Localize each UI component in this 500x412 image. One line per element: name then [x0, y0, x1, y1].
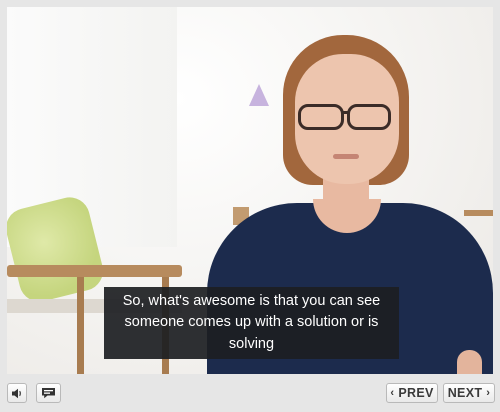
background-chair	[464, 210, 493, 216]
volume-button[interactable]	[7, 383, 27, 403]
glasses-bridge	[341, 111, 350, 114]
subtitle-caption: So, what's awesome is that you can see s…	[104, 287, 399, 359]
prev-label: PREV	[398, 386, 434, 400]
background-decoration	[249, 84, 269, 106]
chair-leg	[77, 277, 84, 374]
next-button[interactable]: NEXT ›	[443, 383, 495, 403]
caption-text: So, what's awesome is that you can see s…	[122, 292, 381, 352]
presenter-mouth	[333, 154, 359, 159]
next-label: NEXT	[447, 386, 483, 400]
chair-back	[7, 265, 182, 277]
speaker-icon	[12, 388, 21, 398]
chevron-right-icon: ›	[486, 386, 491, 399]
chevron-left-icon: ‹	[390, 386, 395, 399]
glasses	[347, 104, 391, 130]
glasses	[298, 104, 344, 130]
captions-icon	[42, 388, 55, 399]
prev-button[interactable]: ‹ PREV	[386, 383, 438, 403]
control-bar: ‹ PREV NEXT ›	[0, 374, 500, 412]
presenter-hand	[457, 350, 482, 374]
captions-button[interactable]	[36, 383, 61, 403]
